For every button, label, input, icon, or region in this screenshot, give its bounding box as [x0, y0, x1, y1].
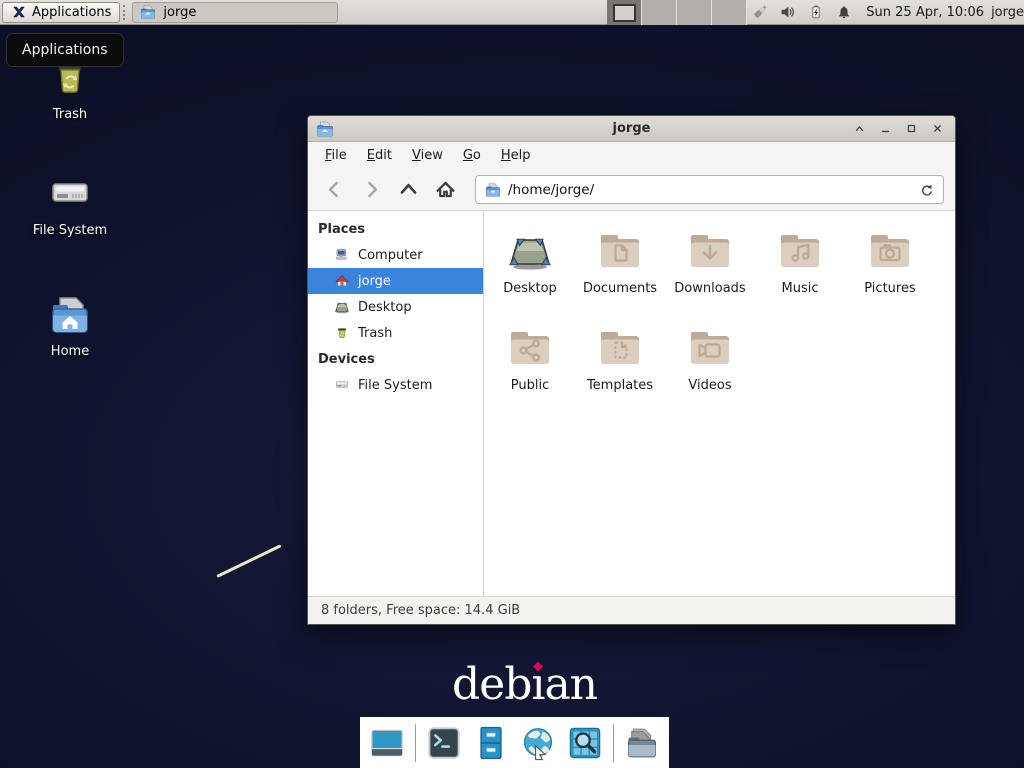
sidebar-item-label: Computer	[358, 248, 423, 263]
folder-label: Public	[511, 378, 549, 393]
minimize-button[interactable]	[875, 119, 895, 139]
folder-pictures[interactable]: Pictures	[845, 227, 935, 324]
taskbar-item-jorge[interactable]: jorge	[132, 2, 338, 23]
sidebar-item-label: Trash	[358, 326, 392, 341]
folder-view: Desktop Documents Downloads Music	[484, 211, 955, 596]
reload-button[interactable]	[919, 182, 934, 197]
menu-help[interactable]: Help	[491, 144, 541, 167]
window-body: Places Computer jorge Desktop	[308, 211, 955, 596]
devices-header: Devices	[308, 346, 483, 372]
folder-documents[interactable]: Documents	[575, 227, 665, 324]
workspace-cell[interactable]	[677, 0, 712, 25]
sidebar-item-label: File System	[358, 378, 432, 393]
folder-public[interactable]: Public	[485, 324, 575, 421]
workspace-cell[interactable]	[607, 0, 642, 25]
file-manager-window: jorge Fil	[307, 115, 956, 625]
window-controls	[849, 119, 947, 139]
cursor-trail-artifact	[216, 544, 281, 578]
path-input[interactable]	[508, 182, 912, 198]
applications-button[interactable]: Applications	[2, 2, 120, 23]
desktop-icon-label: Trash	[53, 107, 87, 122]
folder-desktop[interactable]: Desktop	[485, 227, 575, 324]
system-tray	[751, 3, 861, 21]
sidebar-item-label: Desktop	[358, 300, 412, 315]
folder-videos[interactable]: Videos	[665, 324, 755, 421]
workspace-cell[interactable]	[712, 0, 747, 25]
debian-wordmark: debıan	[452, 659, 597, 710]
top-panel: Applications jorge	[0, 0, 1024, 25]
places-header: Places	[308, 216, 483, 242]
notifications-tray-icon[interactable]	[835, 3, 853, 21]
dock-separator	[415, 724, 416, 762]
workspace-cell[interactable]	[642, 0, 677, 25]
volume-tray-icon[interactable]	[779, 3, 797, 21]
folder-icon	[485, 182, 501, 198]
desktop-icon-label: Home	[51, 344, 89, 359]
peripheral-tray-icon[interactable]	[751, 3, 769, 21]
taskbar-item-label: jorge	[163, 5, 196, 20]
folder-templates[interactable]: Templates	[575, 324, 665, 421]
folder-label: Desktop	[503, 281, 557, 296]
menu-edit[interactable]: Edit	[357, 144, 402, 167]
reload-icon	[919, 182, 934, 197]
desktop-icon-home[interactable]: Home	[10, 291, 130, 359]
username-label: jorge	[991, 5, 1024, 20]
dock-show-desktop[interactable]	[368, 724, 406, 762]
battery-tray-icon[interactable]	[807, 3, 825, 21]
status-bar: 8 folders, Free space: 14.4 GiB	[308, 596, 955, 624]
sidebar-item-trash[interactable]: Trash	[308, 320, 483, 346]
applications-button-label: Applications	[32, 5, 111, 20]
shade-button[interactable]	[849, 119, 869, 139]
dock-directory-menu[interactable]	[623, 724, 661, 762]
folder-label: Music	[782, 281, 819, 296]
sidebar: Places Computer jorge Desktop	[308, 211, 484, 596]
desktop-icon-filesystem[interactable]: File System	[10, 170, 130, 238]
sidebar-item-desktop[interactable]: Desktop	[308, 294, 483, 320]
path-bar[interactable]	[475, 175, 944, 204]
clock: Sun 25 Apr, 10:06	[866, 5, 984, 20]
folder-music[interactable]: Music	[755, 227, 845, 324]
workspace-switcher	[607, 0, 747, 25]
close-button[interactable]	[927, 119, 947, 139]
maximize-button[interactable]	[901, 119, 921, 139]
menu-file[interactable]: File	[315, 144, 357, 167]
dock-terminal[interactable]	[425, 724, 463, 762]
dock-separator	[613, 724, 614, 762]
menu-bar: File Edit View Go Help	[308, 142, 955, 169]
folder-label: Pictures	[864, 281, 915, 296]
window-titlebar[interactable]: jorge	[308, 116, 955, 142]
applications-tooltip: Applications	[6, 33, 124, 67]
status-text: 8 folders, Free space: 14.4 GiB	[321, 603, 520, 618]
folder-downloads[interactable]: Downloads	[665, 227, 755, 324]
menu-go[interactable]: Go	[453, 144, 491, 167]
sidebar-item-filesystem[interactable]: File System	[308, 372, 483, 398]
forward-button[interactable]	[356, 175, 386, 205]
toolbar	[308, 169, 955, 211]
sidebar-item-computer[interactable]: Computer	[308, 242, 483, 268]
up-button[interactable]	[393, 175, 423, 205]
dock-file-manager[interactable]	[472, 724, 510, 762]
home-button[interactable]	[430, 175, 460, 205]
launcher-dock	[360, 717, 669, 768]
folder-label: Videos	[688, 378, 731, 393]
folder-icon	[140, 4, 156, 20]
folder-label: Documents	[583, 281, 657, 296]
desktop-icon-label: File System	[33, 223, 107, 238]
applications-menu-icon	[11, 4, 27, 20]
sidebar-item-label: jorge	[358, 274, 391, 289]
dock-app-finder[interactable]	[566, 724, 604, 762]
folder-label: Downloads	[674, 281, 745, 296]
panel-handle	[123, 5, 130, 20]
back-button[interactable]	[319, 175, 349, 205]
dock-web-browser[interactable]	[519, 724, 557, 762]
menu-view[interactable]: View	[402, 144, 453, 167]
folder-label: Templates	[587, 378, 653, 393]
sidebar-item-jorge[interactable]: jorge	[308, 268, 483, 294]
